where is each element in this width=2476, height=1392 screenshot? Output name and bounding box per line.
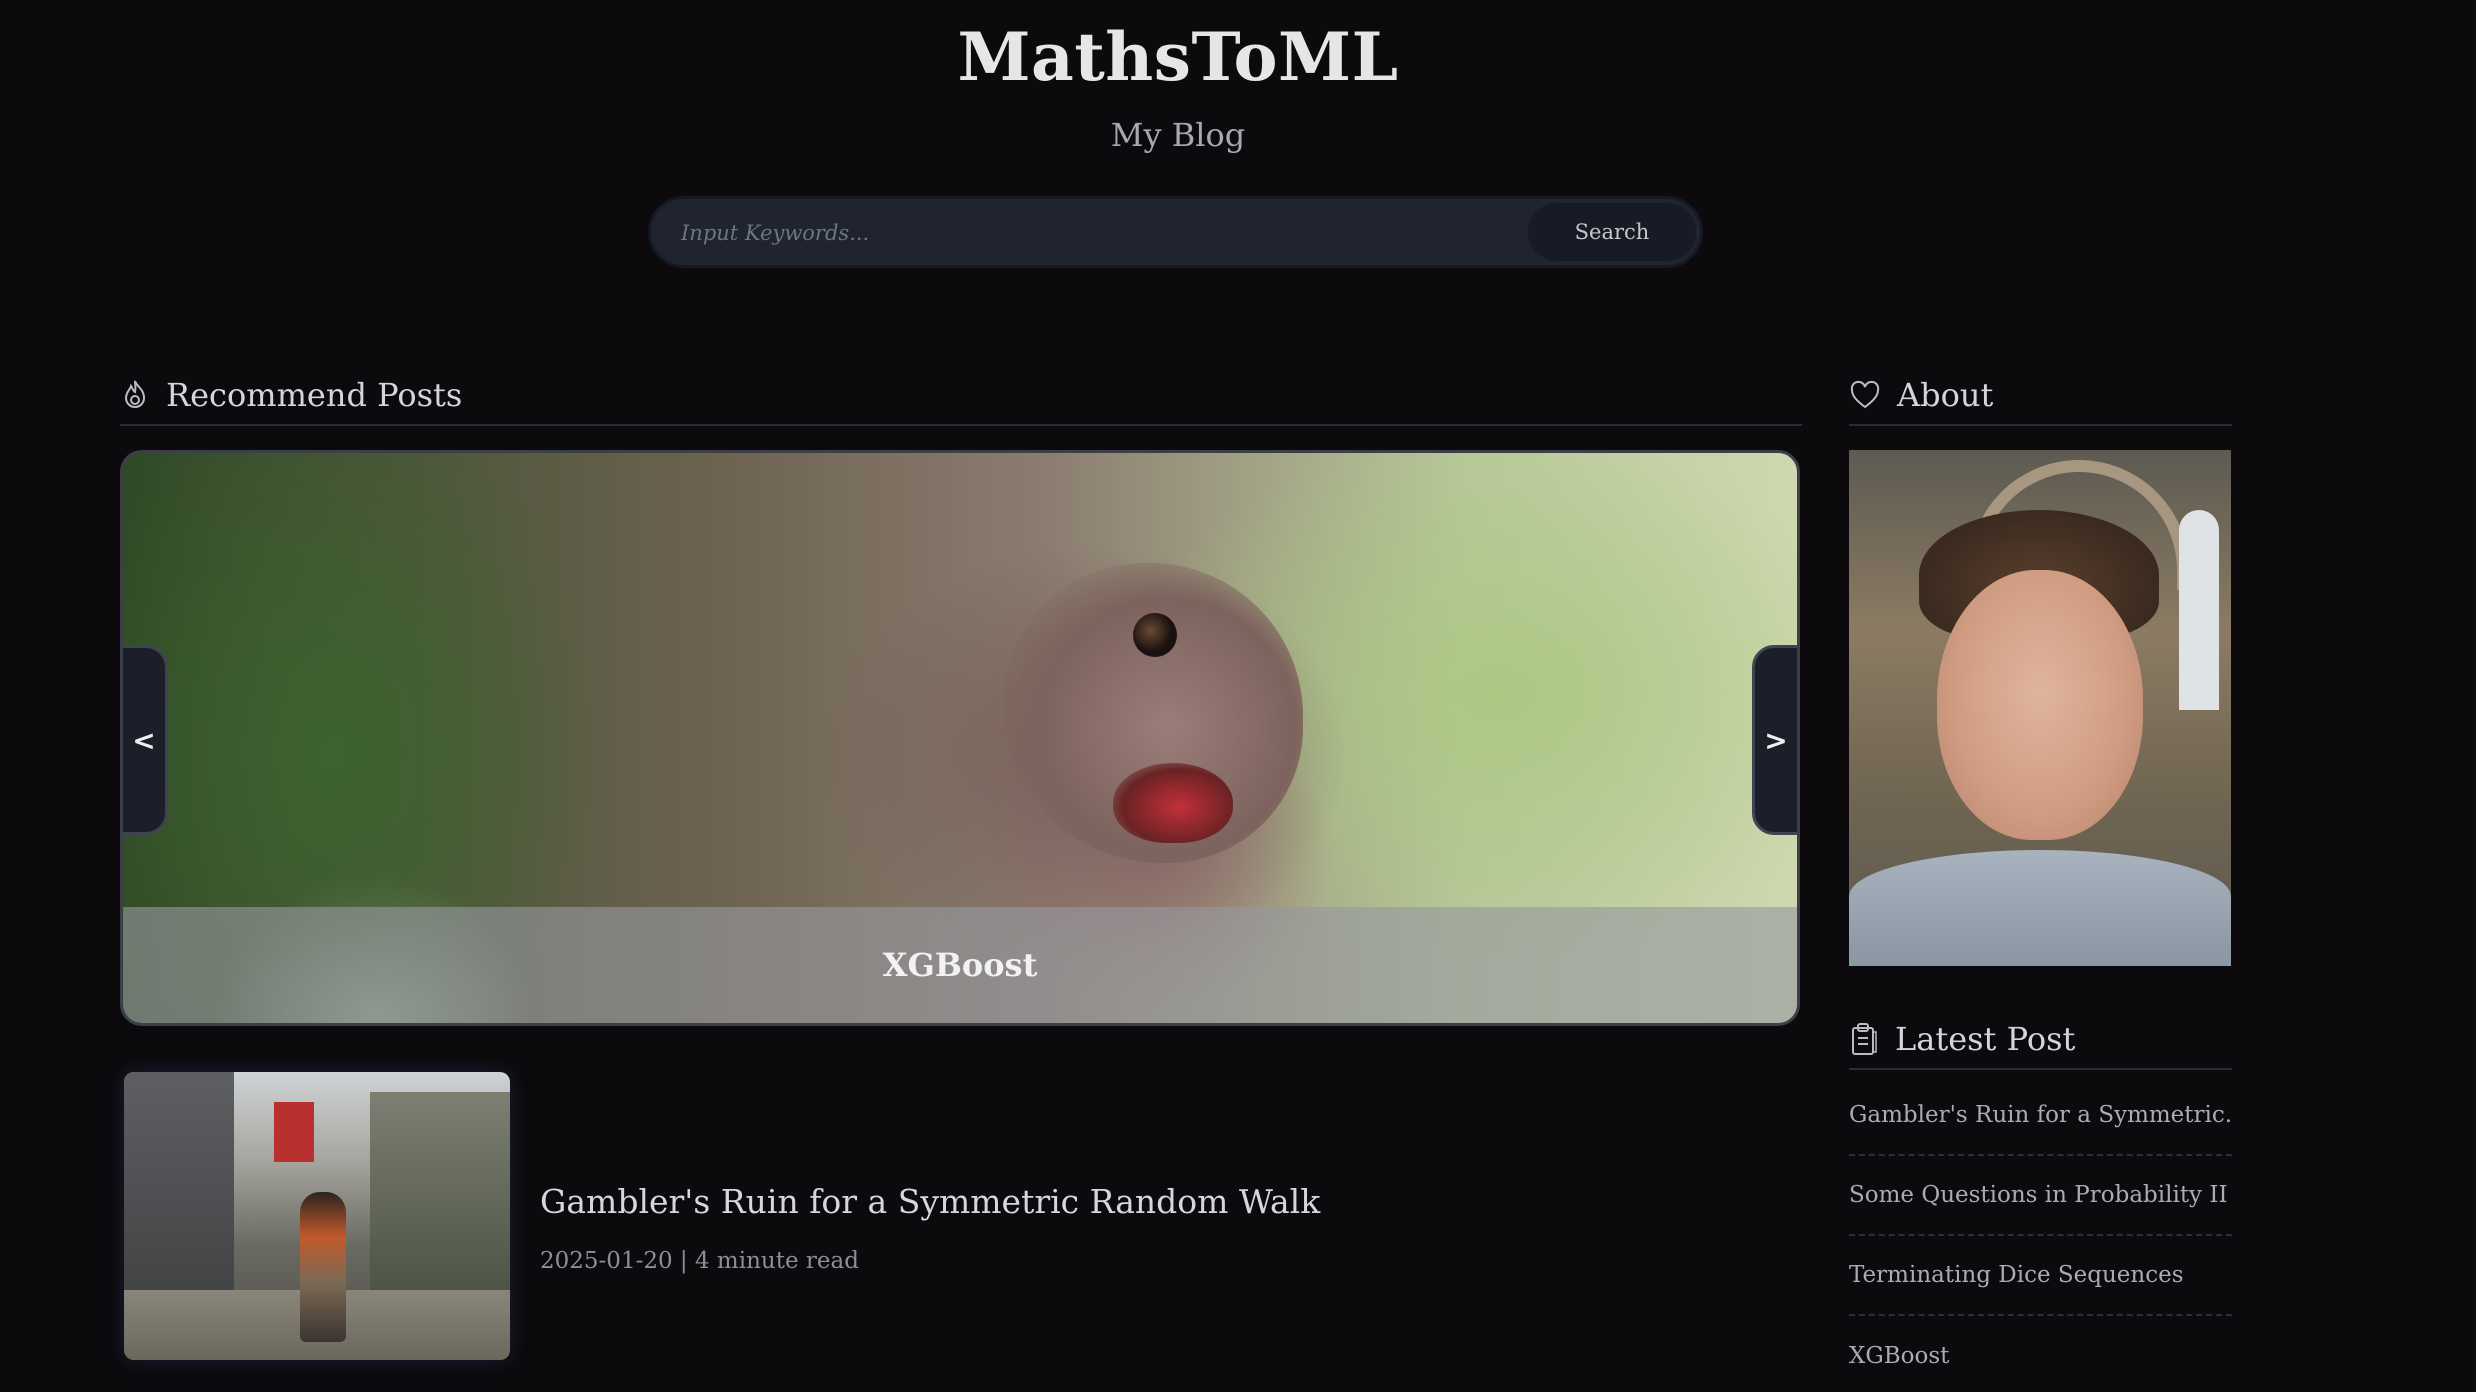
- post-title-link[interactable]: Gambler's Ruin for a Symmetric Random Wa…: [540, 1182, 1320, 1221]
- page: MathsToML My Blog Search Recommend Posts…: [0, 0, 2476, 1392]
- post-thumbnail[interactable]: [124, 1072, 510, 1360]
- carousel-next-button[interactable]: >: [1752, 645, 1797, 835]
- photo-detail: [1849, 850, 2231, 966]
- search-input[interactable]: [681, 211, 1561, 255]
- recommend-posts-label: Recommend Posts: [166, 376, 463, 414]
- about-photo: [1849, 450, 2231, 966]
- clipboard-icon: [1849, 1022, 1879, 1056]
- carousel-image-detail: [1113, 763, 1233, 843]
- search-button[interactable]: Search: [1528, 203, 1696, 261]
- thumbnail-detail: [274, 1102, 314, 1162]
- recommend-posts-heading: Recommend Posts: [120, 366, 1802, 426]
- heart-icon: [1849, 380, 1881, 410]
- fire-icon: [120, 379, 150, 411]
- carousel-caption[interactable]: XGBoost: [123, 907, 1797, 1023]
- latest-post-heading: Latest Post: [1849, 1010, 2232, 1070]
- post-meta: 2025-01-20 | 4 minute read: [540, 1248, 859, 1274]
- about-heading: About: [1849, 366, 2232, 426]
- site-title[interactable]: MathsToML: [0, 18, 2356, 96]
- carousel-prev-button[interactable]: <: [123, 645, 168, 835]
- thumbnail-detail: [300, 1192, 346, 1342]
- recommend-carousel[interactable]: XGBoost < >: [120, 450, 1800, 1026]
- site-subtitle: My Blog: [1110, 116, 1246, 154]
- about-label: About: [1897, 376, 1994, 414]
- latest-post-item[interactable]: XGBoost: [1849, 1316, 2232, 1392]
- search-bar: Search: [648, 196, 1703, 268]
- latest-post-item[interactable]: Gambler's Ruin for a Symmetric...: [1849, 1076, 2232, 1156]
- latest-post-item[interactable]: Terminating Dice Sequences: [1849, 1236, 2232, 1316]
- photo-detail: [2179, 510, 2219, 710]
- carousel-caption-title[interactable]: XGBoost: [883, 946, 1038, 984]
- carousel-image-detail: [1133, 613, 1177, 657]
- latest-post-item[interactable]: Some Questions in Probability II: [1849, 1156, 2232, 1236]
- photo-detail: [1937, 570, 2143, 840]
- latest-post-label: Latest Post: [1895, 1020, 2076, 1058]
- latest-post-list: Gambler's Ruin for a Symmetric... Some Q…: [1849, 1076, 2232, 1392]
